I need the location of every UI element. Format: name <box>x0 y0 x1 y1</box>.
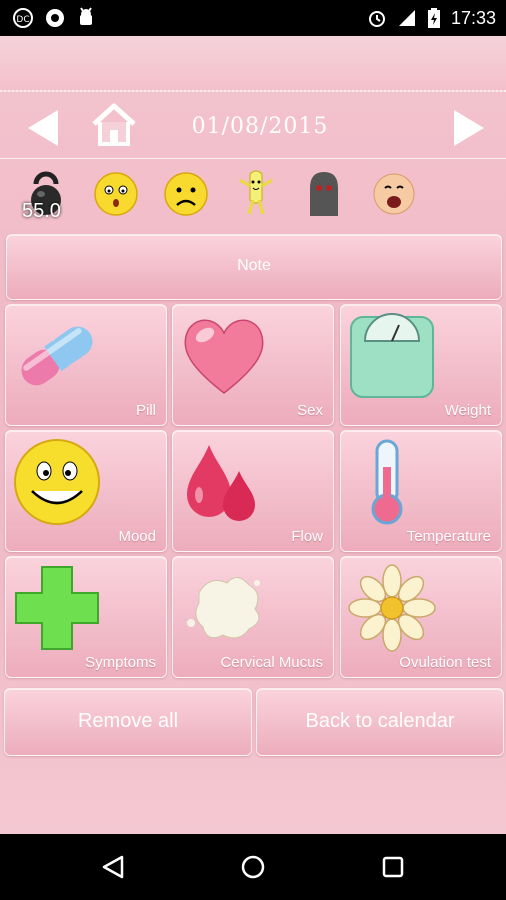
note-button[interactable]: Note <box>6 234 502 300</box>
symptoms-label: Symptoms <box>85 654 156 671</box>
weight-tile[interactable]: Weight <box>340 304 502 426</box>
smiley-face-icon <box>14 439 100 525</box>
system-navigation-bar <box>0 834 506 900</box>
thermometer-icon <box>371 439 403 525</box>
note-label: Note <box>237 257 271 274</box>
surprised-face-icon[interactable] <box>92 170 140 218</box>
recents-icon[interactable] <box>381 855 405 879</box>
pill-label: Pill <box>135 402 156 419</box>
weight-value: 55.0 <box>22 200 61 222</box>
temperature-tile[interactable]: Temperature <box>340 430 502 552</box>
android-notification-icon <box>80 7 92 25</box>
next-day-arrow-icon[interactable] <box>446 106 490 150</box>
back-icon[interactable] <box>100 854 126 880</box>
mucus-splash-icon <box>187 577 260 639</box>
daisy-flower-icon <box>348 564 436 652</box>
green-cross-icon <box>15 566 99 650</box>
svg-text:DC: DC <box>16 15 29 25</box>
scale-icon <box>350 313 434 398</box>
remove-all-button[interactable]: Remove all <box>4 688 252 756</box>
mood-label: Mood <box>118 528 156 545</box>
header-band <box>0 36 506 92</box>
cervical-mucus-tile[interactable]: Cervical Mucus <box>172 556 334 678</box>
ovulation-test-tile[interactable]: Ovulation test <box>340 556 502 678</box>
home-icon[interactable] <box>90 102 138 148</box>
sex-tile[interactable]: Sex <box>172 304 334 426</box>
remove-all-label: Remove all <box>77 710 179 732</box>
ovulation-test-label: Ovulation test <box>399 654 491 671</box>
pill-tile[interactable]: Pill <box>5 304 167 426</box>
back-to-calendar-button[interactable]: Back to calendar <box>256 688 504 756</box>
cervical-mucus-label: Cervical Mucus <box>220 654 323 671</box>
sad-face-icon[interactable] <box>162 170 210 218</box>
temperature-label: Temperature <box>406 528 491 545</box>
symptoms-tile[interactable]: Symptoms <box>5 556 167 678</box>
previous-day-arrow-icon[interactable] <box>22 106 66 150</box>
home-circle-icon[interactable] <box>240 854 266 880</box>
flow-label: Flow <box>291 528 323 545</box>
battery-icon <box>427 8 440 28</box>
app-notification-icon <box>46 9 64 27</box>
day-entry-screen: 01/08/2015 55.0 Note Pill Sex Weight Moo… <box>0 36 506 834</box>
weight-label: Weight <box>444 402 491 419</box>
alarm-icon <box>368 11 385 27</box>
sync-notification-icon: DC <box>13 8 33 28</box>
pill-icon <box>21 326 93 386</box>
flow-tile[interactable]: Flow <box>172 430 334 552</box>
mood-tile[interactable]: Mood <box>5 430 167 552</box>
logged-items-row: 55.0 <box>0 160 506 230</box>
selected-date[interactable]: 01/08/2015 <box>160 114 360 139</box>
condom-character-icon[interactable] <box>232 170 280 218</box>
ghost-woman-icon[interactable] <box>300 170 348 218</box>
signal-icon <box>398 10 415 26</box>
blood-drops-icon <box>187 445 255 521</box>
crying-baby-icon[interactable] <box>370 170 418 218</box>
heart-icon <box>184 319 264 394</box>
back-to-calendar-label: Back to calendar <box>305 710 455 732</box>
clock: 17:33 <box>450 7 496 28</box>
sex-label: Sex <box>297 402 323 419</box>
status-bar: DC 17:33 <box>0 0 506 36</box>
